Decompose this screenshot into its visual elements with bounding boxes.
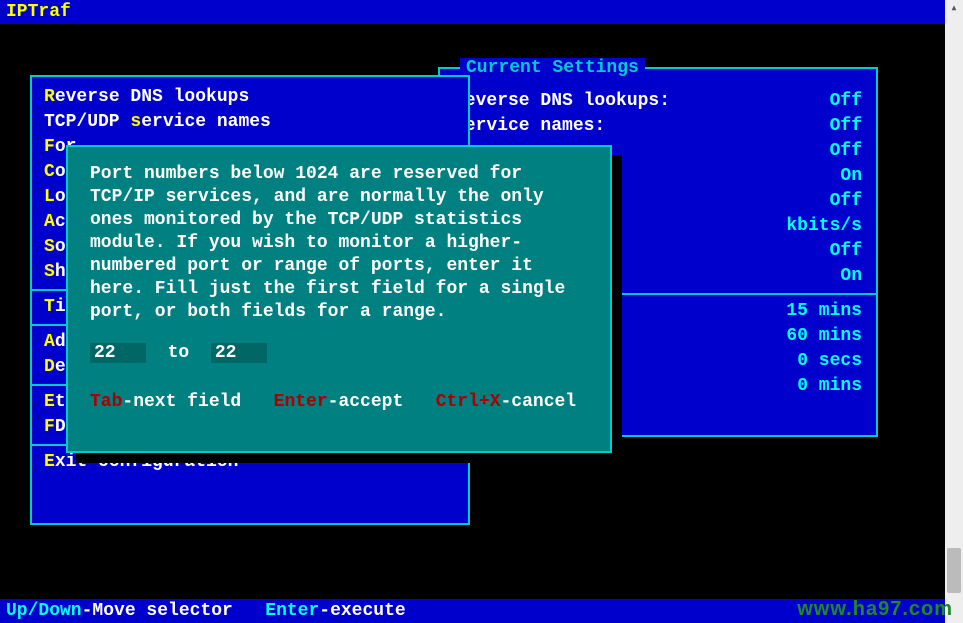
setting-row: Reverse DNS lookups:Off (440, 89, 876, 114)
menu-item-service-names[interactable]: TCP/UDP service names (32, 110, 468, 135)
scroll-up-icon[interactable]: ▴ (948, 2, 960, 14)
port-to-input[interactable] (211, 343, 267, 363)
menu-item-reverse-dns[interactable]: Reverse DNS lookups (32, 85, 468, 110)
scroll-thumb[interactable] (947, 548, 961, 593)
watermark: www.ha97.com (797, 598, 953, 621)
dialog-key-hints: Tab-next field Enter-accept Ctrl+X-cance… (90, 391, 588, 414)
port-range-dialog: Port numbers below 1024 are reserved for… (66, 145, 612, 453)
vertical-scrollbar[interactable]: ▴ (945, 0, 963, 623)
setting-row: Service names:Off (440, 114, 876, 139)
settings-title: Current Settings (460, 58, 645, 78)
title-bar: IPTraf (0, 0, 945, 24)
terminal-screen: IPTraf Reverse DNS lookups:Off Service n… (0, 0, 945, 623)
port-from-input[interactable] (90, 343, 146, 363)
app-title: IPTraf (6, 2, 71, 22)
dialog-text: Port numbers below 1024 are reserved for… (90, 163, 588, 324)
to-label (157, 343, 168, 363)
